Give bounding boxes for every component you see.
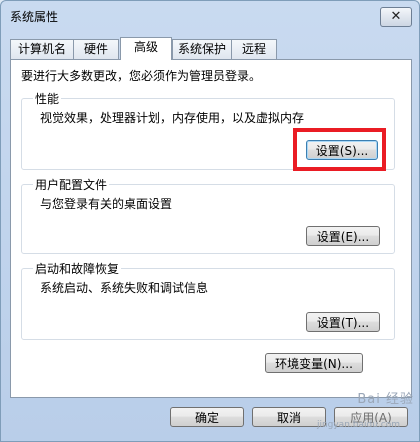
startup-recovery-title: 启动和故障恢复 bbox=[33, 260, 122, 277]
tab-computer-name[interactable]: 计算机名 bbox=[10, 39, 74, 59]
title-bar: 系统属性 ✕ bbox=[0, 0, 420, 32]
admin-notice: 要进行大多数更改，您必须作为管理员登录。 bbox=[21, 69, 262, 83]
close-button[interactable]: ✕ bbox=[380, 7, 412, 27]
startup-recovery-settings-button[interactable]: 设置(T)... bbox=[306, 312, 380, 332]
tab-hardware[interactable]: 硬件 bbox=[73, 39, 119, 59]
watermark-logo: Bai 经验 bbox=[357, 392, 414, 407]
user-profiles-settings-button[interactable]: 设置(E)... bbox=[306, 226, 380, 246]
watermark-url: jingyan.baidu.com bbox=[316, 420, 400, 430]
tab-system-protection[interactable]: 系统保护 bbox=[172, 39, 232, 59]
performance-title: 性能 bbox=[33, 90, 62, 107]
tab-remote[interactable]: 远程 bbox=[231, 39, 277, 59]
environment-variables-button[interactable]: 环境变量(N)... bbox=[265, 353, 363, 373]
user-profiles-title: 用户配置文件 bbox=[33, 176, 110, 193]
window-title: 系统属性 bbox=[10, 10, 59, 24]
startup-recovery-description: 系统启动、系统失败和调试信息 bbox=[40, 281, 209, 295]
cancel-button[interactable]: 取消 bbox=[252, 407, 326, 427]
ok-button[interactable]: 确定 bbox=[170, 407, 244, 427]
performance-description: 视觉效果，处理器计划，内存使用，以及虚拟内存 bbox=[40, 111, 305, 125]
annotation-highlight bbox=[293, 128, 386, 171]
user-profiles-description: 与您登录有关的桌面设置 bbox=[40, 197, 173, 211]
tab-advanced[interactable]: 高级 bbox=[120, 37, 172, 60]
